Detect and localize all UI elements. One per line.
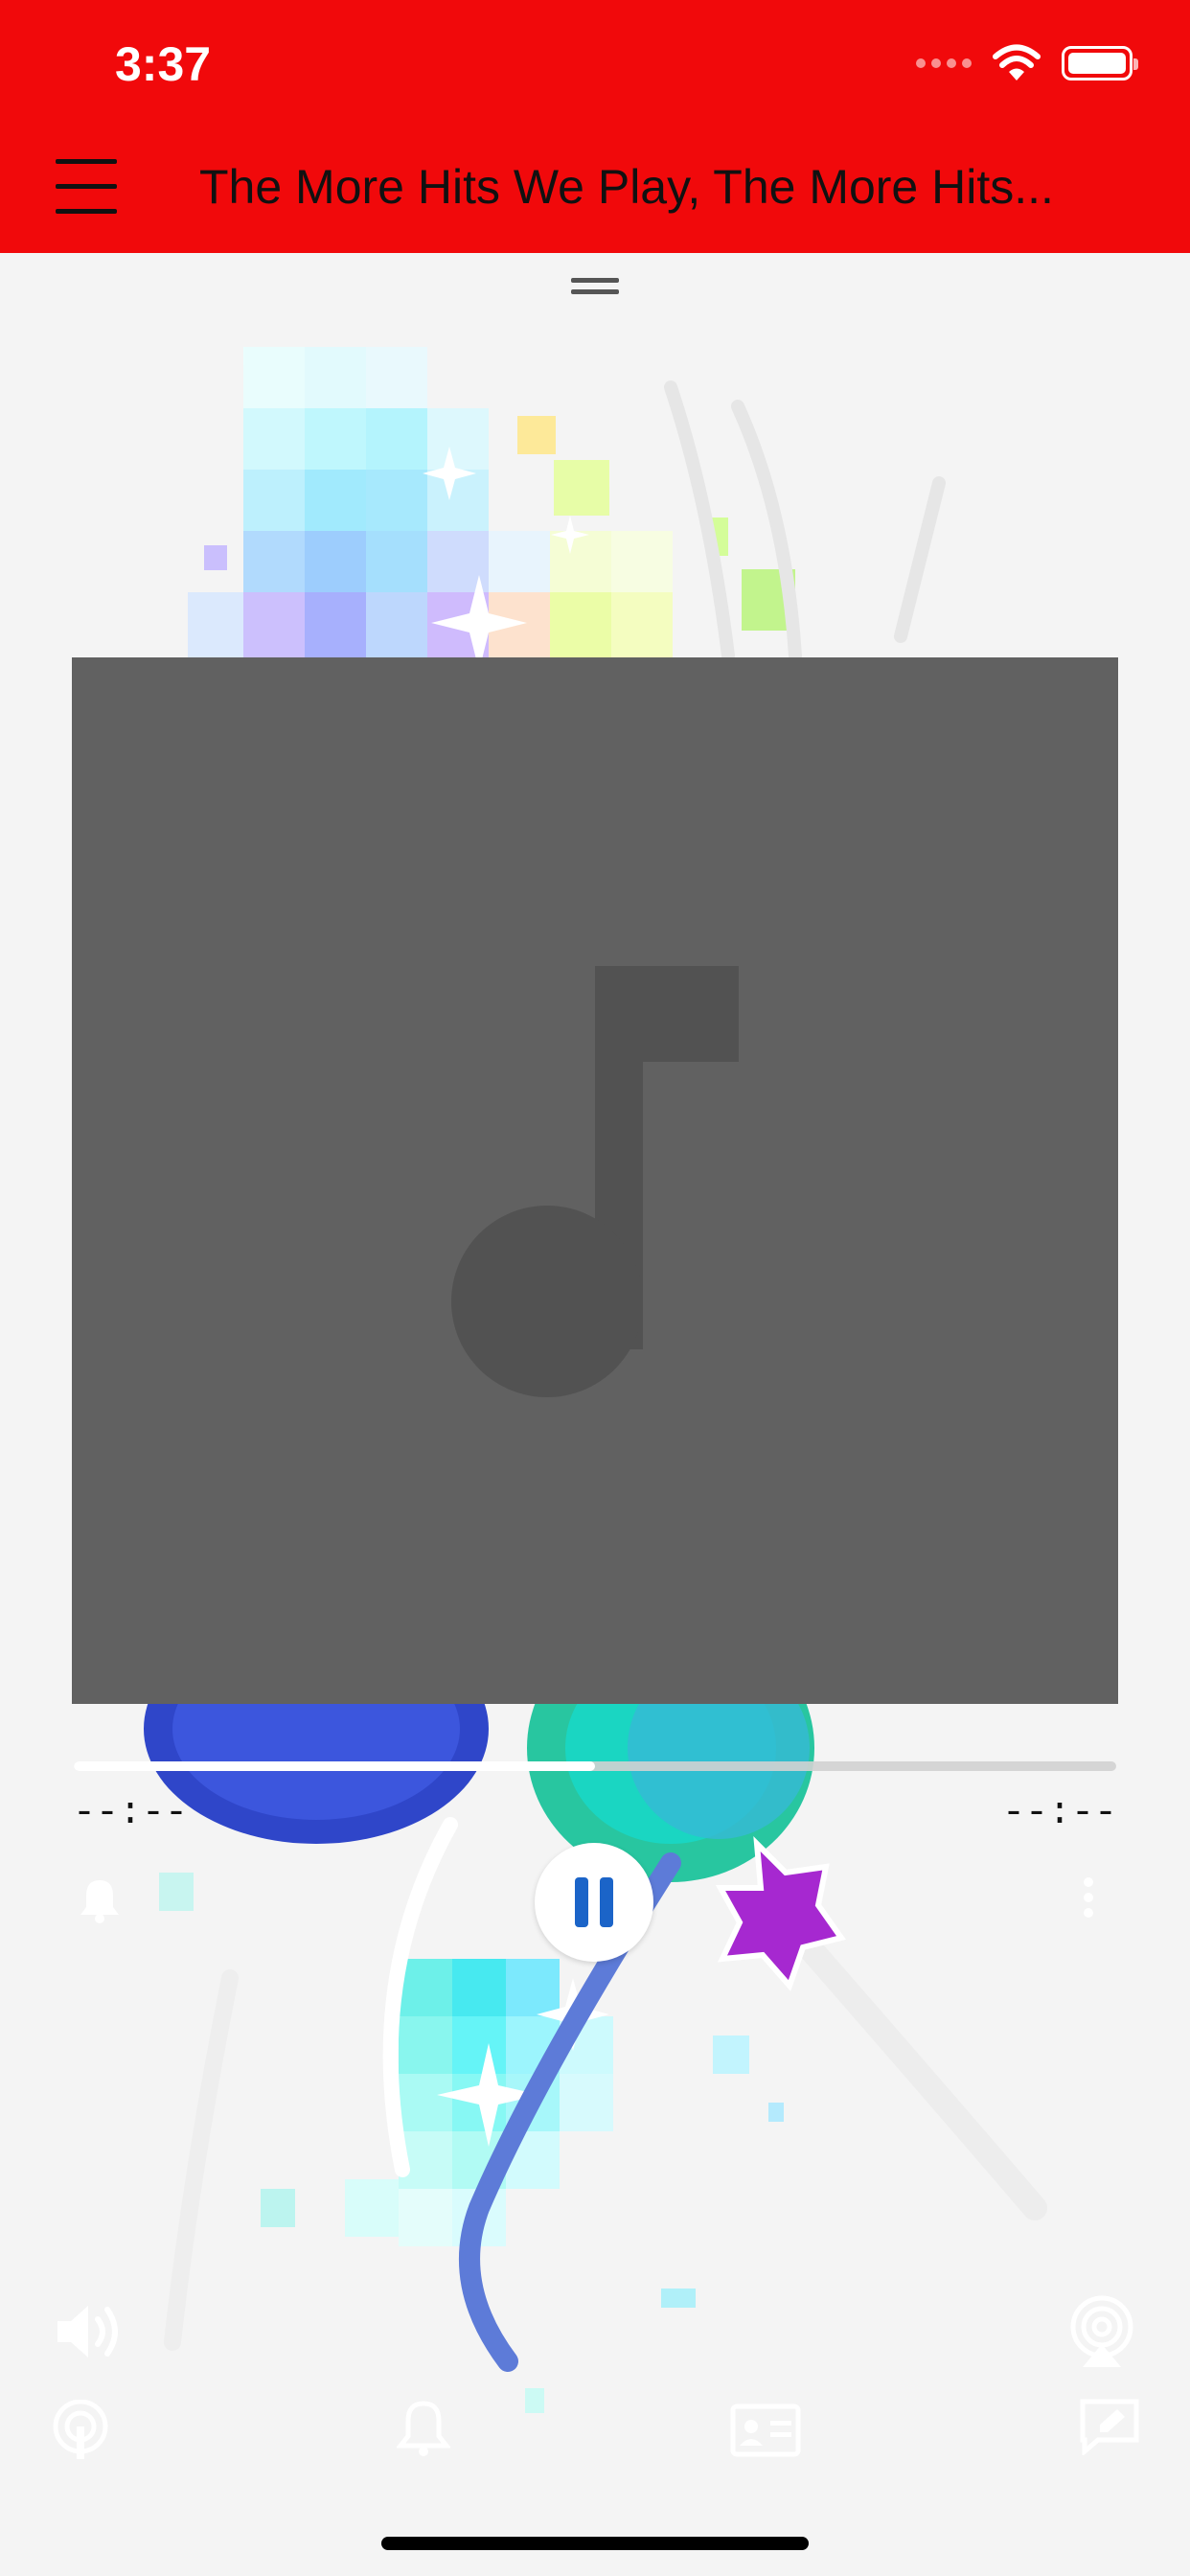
- bell-icon: [397, 2401, 450, 2456]
- message-edit-icon: [1080, 2399, 1139, 2455]
- elapsed-time: --:--: [73, 1792, 189, 1835]
- pause-button[interactable]: [535, 1843, 653, 1962]
- remaining-time: --:--: [1001, 1792, 1117, 1835]
- menu-button[interactable]: [56, 155, 117, 218]
- bell-icon: [80, 1880, 119, 1923]
- status-indicators: [916, 42, 1138, 84]
- tab-notifications[interactable]: [397, 2398, 450, 2457]
- home-indicator: [381, 2537, 809, 2550]
- battery-icon: [1062, 46, 1138, 80]
- more-options-button[interactable]: [1079, 1876, 1098, 1919]
- tab-contact[interactable]: [730, 2404, 801, 2457]
- header-title: The More Hits We Play, The More Hits...: [199, 160, 1054, 214]
- cellular-signal-icon: [916, 58, 972, 68]
- wifi-icon: [993, 44, 1041, 80]
- album-artwork: [72, 657, 1118, 1704]
- podcast-icon: [53, 2400, 108, 2459]
- tab-feedback[interactable]: [1079, 2398, 1140, 2455]
- progress-bar[interactable]: [74, 1761, 1116, 1771]
- pause-icon: [600, 1877, 613, 1927]
- progress-fill: [74, 1761, 595, 1771]
- app-header: 3:37 The More Hits We Play, The More Hit…: [0, 0, 1190, 253]
- tab-radio[interactable]: [50, 2400, 111, 2461]
- airplay-button[interactable]: [1065, 2294, 1138, 2367]
- volume-button[interactable]: [54, 2298, 126, 2365]
- player-screen: 3:37 The More Hits We Play, The More Hit…: [0, 0, 1190, 2576]
- pause-icon: [575, 1877, 588, 1927]
- contact-card-icon: [730, 2404, 801, 2457]
- airplay-icon: [1070, 2295, 1133, 2367]
- music-note-icon: [451, 966, 739, 1397]
- drag-handle-icon[interactable]: [571, 276, 619, 297]
- more-vertical-icon: [1084, 1877, 1093, 1918]
- speaker-icon: [57, 2306, 118, 2358]
- alarm-button[interactable]: [77, 1876, 123, 1924]
- status-time: 3:37: [115, 37, 212, 91]
